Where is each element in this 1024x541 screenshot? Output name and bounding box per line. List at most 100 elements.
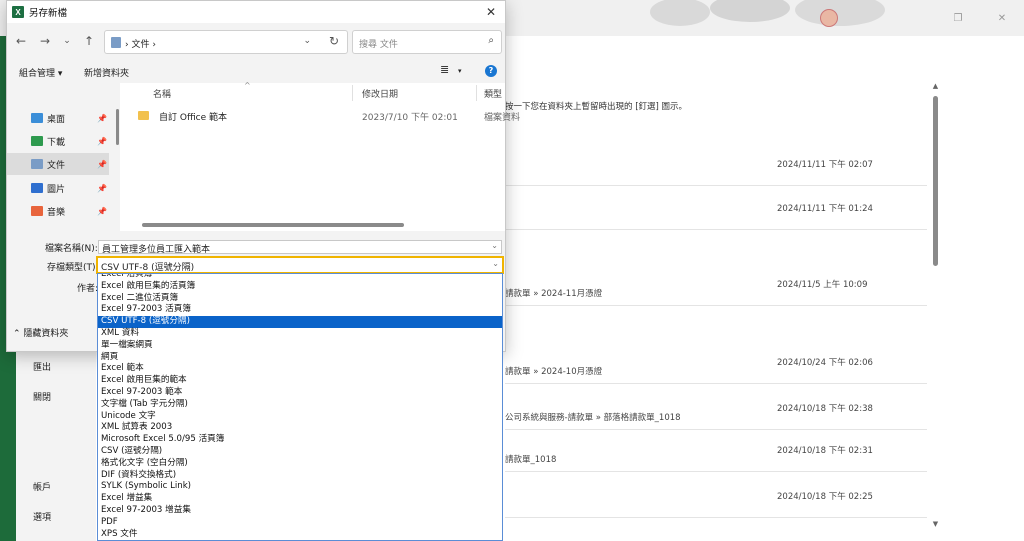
pin-icon[interactable]: 📌 [97, 207, 107, 216]
filetype-option[interactable]: XML 試算表 2003 [98, 422, 502, 434]
search-input[interactable]: 搜尋 文件 [359, 37, 398, 50]
hide-folders-button[interactable]: ⌃ 隱藏資料夾 [13, 326, 68, 339]
close-window-icon[interactable]: ✕ [980, 13, 1024, 24]
navigation-pane: 桌面 📌 下載 📌 文件 📌 圖片 📌 音樂 📌 [7, 83, 119, 233]
search-icon[interactable]: ⌕ [488, 35, 494, 46]
recent-row[interactable]: 公司系統與服務-請款單 » 部落格請款單_1018 2024/10/18 下午 0… [505, 386, 927, 430]
recent-scrollbar[interactable]: ▲ ▼ [931, 82, 940, 528]
menu-options[interactable]: 選項 [33, 510, 51, 523]
column-modified[interactable]: 修改日期 [362, 87, 398, 100]
pin-icon[interactable]: 📌 [97, 184, 107, 193]
filetype-option[interactable]: 單一檔案網頁 [98, 340, 502, 352]
refresh-icon[interactable]: ↻ [329, 34, 339, 48]
sort-caret-icon: ^ [244, 81, 251, 90]
scroll-up-icon[interactable]: ▲ [931, 82, 940, 90]
filetype-option[interactable]: SYLK (Symbolic Link) [98, 481, 502, 493]
filetype-option[interactable]: DIF (資料交換格式) [98, 470, 502, 482]
forward-icon[interactable]: → [37, 34, 53, 48]
close-icon[interactable]: ✕ [483, 4, 499, 20]
recent-path: 請款單_1018 [505, 455, 557, 465]
filetype-option[interactable]: CSV UTF-8 (逗號分隔) [98, 316, 502, 328]
nav-pane-scrollbar[interactable] [116, 109, 119, 145]
nav-item[interactable]: 圖片 📌 [7, 177, 109, 199]
recent-date: 2024/11/11 下午 02:07 [777, 159, 873, 170]
nav-item-label: 文件 [47, 160, 66, 171]
filetype-option[interactable]: XML 資料 [98, 328, 502, 340]
menu-account[interactable]: 帳戶 [33, 480, 51, 493]
excel-icon: X [12, 6, 24, 18]
file-row[interactable]: 自訂 Office 範本 2023/7/10 下午 02:01 檔案資料 [120, 107, 520, 125]
dialog-titlebar: X 另存新檔 [7, 1, 505, 23]
filetype-option[interactable]: 文字檔 (Tab 字元分隔) [98, 399, 502, 411]
filetype-option[interactable]: Unicode 文字 [98, 411, 502, 423]
folder-icon [31, 113, 43, 123]
nav-item[interactable]: 音樂 📌 [7, 200, 109, 222]
pin-icon[interactable]: 📌 [97, 160, 107, 169]
horizontal-scrollbar[interactable] [142, 223, 404, 227]
author-label: 作者: [77, 284, 99, 294]
filetype-option[interactable]: PDF [98, 517, 502, 529]
filetype-option[interactable]: Excel 二進位活頁簿 [98, 293, 502, 305]
filetype-select[interactable]: CSV UTF-8 (逗號分隔) ⌄ [96, 256, 504, 274]
filetype-option[interactable]: Excel 97-2003 活頁簿 [98, 304, 502, 316]
file-type: 檔案資料 [484, 113, 521, 123]
documents-icon [111, 37, 121, 48]
recent-row[interactable]: 2024/11/11 下午 01:24 [505, 186, 927, 230]
nav-item[interactable]: 文件 📌 [7, 153, 109, 175]
recent-path: 請款單 » 2024-11月憑證 [505, 289, 603, 299]
filename-value: 員工管理多位員工匯入範本 [102, 245, 211, 255]
organize-button[interactable]: 組合管理 ▾ [19, 66, 62, 79]
recent-date: 2024/11/5 上午 10:09 [777, 279, 868, 290]
recent-row[interactable]: 請款單 » 2024-10月憑證 2024/10/24 下午 02:06 [505, 340, 927, 384]
pin-icon[interactable]: 📌 [97, 114, 107, 123]
recent-path: 請款單 » 2024-10月憑證 [505, 367, 603, 377]
help-icon[interactable]: ? [485, 65, 497, 77]
address-dropdown-icon[interactable]: ⌄ [303, 36, 311, 46]
chevron-down-icon[interactable]: ⌄ [491, 241, 498, 250]
pin-hint-text: 按一下您在資料夾上暫留時出現的 [釘選] 圖示。 [505, 102, 688, 112]
recent-row[interactable]: 請款單 » 2024-11月憑證 2024/11/5 上午 10:09 [505, 262, 927, 306]
scroll-thumb[interactable] [933, 96, 938, 266]
account-avatar[interactable] [820, 9, 838, 27]
column-name[interactable]: 名稱 [153, 87, 171, 100]
recent-row[interactable]: 請款單_1018 2024/10/18 下午 02:31 [505, 428, 927, 472]
decorative-cloud-banner [650, 0, 885, 26]
pin-icon[interactable]: 📌 [97, 137, 107, 146]
filetype-option[interactable]: Excel 活頁簿 [98, 274, 502, 281]
filetype-option[interactable]: 格式化文字 (空白分隔) [98, 458, 502, 470]
filetype-option[interactable]: Excel 97-2003 範本 [98, 387, 502, 399]
scroll-down-icon[interactable]: ▼ [931, 520, 940, 528]
nav-item[interactable]: 桌面 📌 [7, 107, 109, 129]
new-folder-button[interactable]: 新增資料夾 [84, 66, 129, 79]
recent-date: 2024/10/18 下午 02:25 [777, 491, 873, 502]
navigation-bar: ← → ⌄ ↑ › 文件 › ⌄ ↻ 搜尋 文件 ⌕ [7, 27, 507, 57]
column-type[interactable]: 類型 [484, 87, 502, 100]
recent-locations-icon[interactable]: ⌄ [59, 36, 75, 46]
menu-export[interactable]: 匯出 [33, 360, 51, 373]
filetype-option[interactable]: Excel 啟用巨集的範本 [98, 375, 502, 387]
filetype-option[interactable]: XPS 文件 [98, 529, 502, 540]
filetype-option[interactable]: Microsoft Excel 5.0/95 活頁簿 [98, 434, 502, 446]
recent-row[interactable]: 2024/10/18 下午 02:25 [505, 474, 927, 518]
folder-icon [31, 136, 43, 146]
restore-icon[interactable]: ❐ [936, 13, 980, 24]
view-dropdown-icon[interactable]: ▾ [458, 67, 462, 75]
recent-row[interactable]: 2024/11/11 下午 02:07 [505, 142, 927, 186]
filetype-option[interactable]: Excel 啟用巨集的活頁簿 [98, 281, 502, 293]
folder-icon [138, 111, 149, 120]
filetype-option[interactable]: CSV (逗號分隔) [98, 446, 502, 458]
nav-item[interactable]: 下載 📌 [7, 130, 109, 152]
filetype-option[interactable]: Excel 範本 [98, 363, 502, 375]
chevron-down-icon[interactable]: ⌄ [492, 259, 499, 268]
filename-input[interactable]: 員工管理多位員工匯入範本 ⌄ [98, 240, 502, 255]
up-folder-icon[interactable]: ↑ [81, 34, 97, 48]
filetype-option[interactable]: 網頁 [98, 352, 502, 364]
view-options-icon[interactable]: ≣ [440, 63, 449, 76]
filetype-option[interactable]: Excel 97-2003 增益集 [98, 505, 502, 517]
menu-close[interactable]: 關閉 [33, 390, 51, 403]
address-bar[interactable]: › 文件 › ⌄ ↻ [104, 30, 348, 54]
back-icon[interactable]: ← [13, 34, 29, 48]
filetype-dropdown-list: Excel 活頁簿 Excel 啟用巨集的活頁簿 Excel 二進位活頁簿 Excel… [97, 273, 503, 541]
filetype-option[interactable]: Excel 增益集 [98, 493, 502, 505]
search-box[interactable]: 搜尋 文件 ⌕ [352, 30, 502, 54]
